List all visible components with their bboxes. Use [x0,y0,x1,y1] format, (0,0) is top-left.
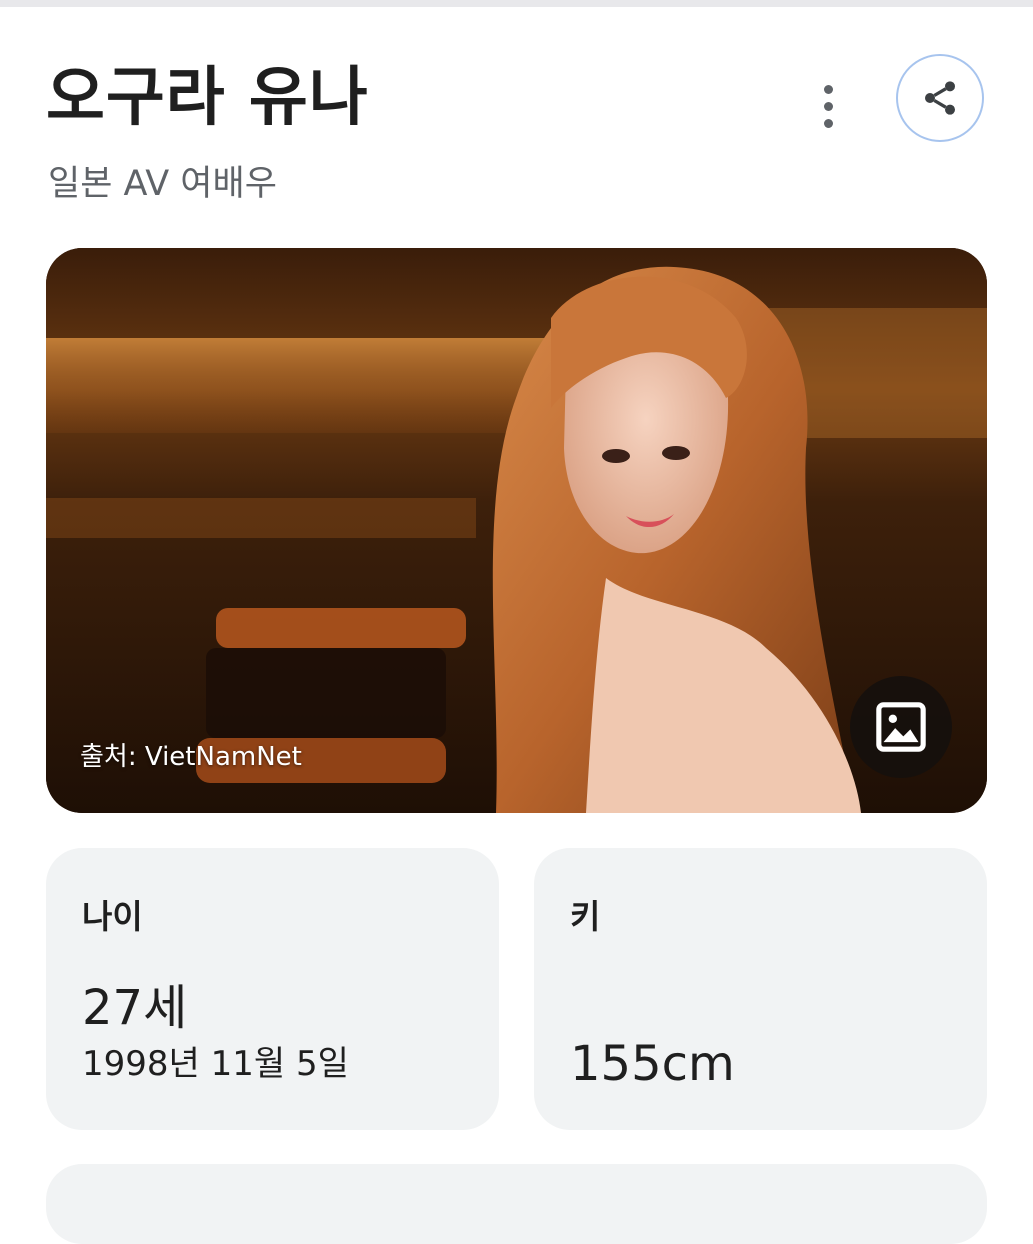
height-card[interactable]: 키 155cm [534,848,987,1130]
entity-photo[interactable]: 출처: VietNamNet [46,248,987,813]
entity-subtitle: 일본 AV 여배우 [48,164,277,204]
height-label: 키 [570,897,601,936]
more-vertical-icon [823,84,833,94]
height-value: 155cm [570,1036,735,1092]
age-value: 27세 [82,980,188,1036]
age-card[interactable]: 나이 27세 1998년 11월 5일 [46,848,499,1130]
gallery-button[interactable] [850,676,952,778]
next-fact-card[interactable] [46,1164,987,1244]
image-source-label: 출처: VietNamNet [80,742,302,772]
photo-image [46,248,987,813]
birth-date: 1998년 11월 5일 [82,1044,349,1084]
image-icon [876,702,926,752]
more-options-button[interactable] [806,78,850,134]
top-divider [0,0,1033,7]
share-button[interactable] [896,54,984,142]
age-label: 나이 [82,897,143,936]
entity-title: 오구라 유나 [46,61,369,135]
share-icon [925,81,955,115]
entity-header: 오구라 유나 일본 AV 여배우 [46,54,991,212]
